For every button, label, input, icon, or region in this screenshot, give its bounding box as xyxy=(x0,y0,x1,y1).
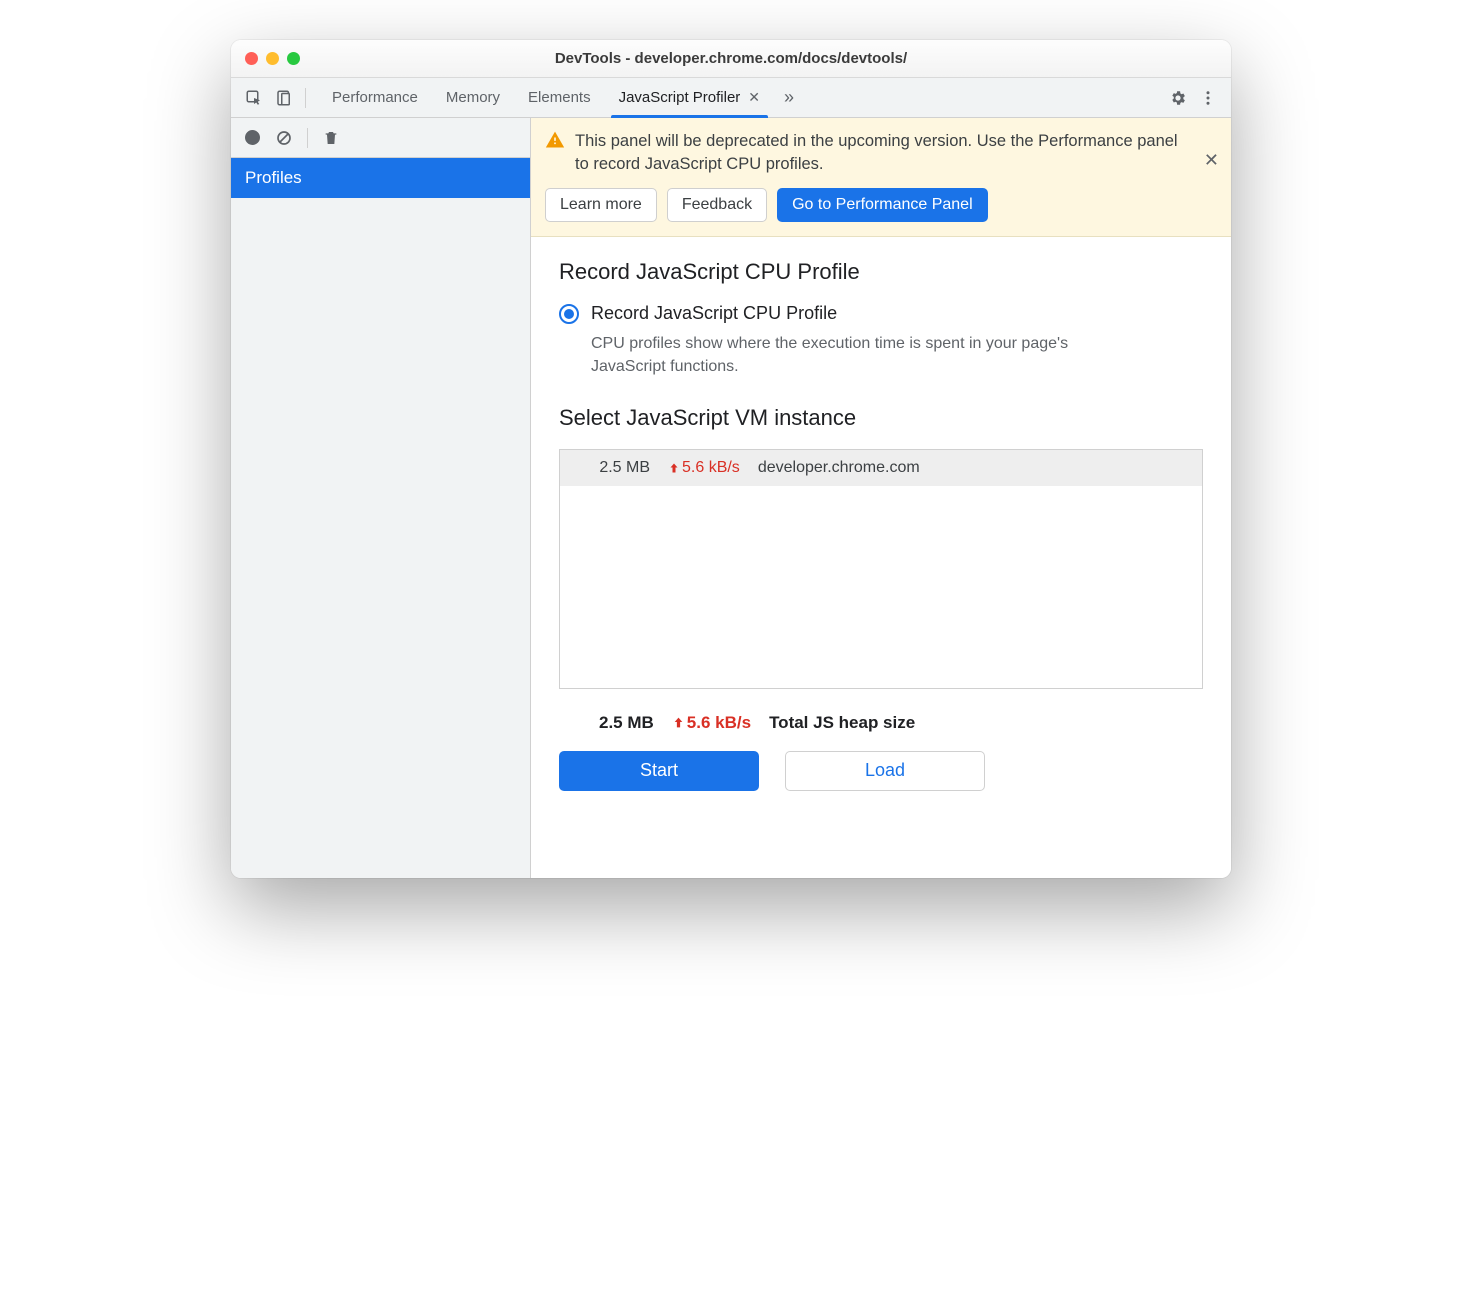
vm-host: developer.chrome.com xyxy=(758,459,920,477)
clear-icon[interactable] xyxy=(269,123,299,153)
warning-icon xyxy=(545,130,565,150)
window-controls xyxy=(231,52,300,65)
record-icon[interactable] xyxy=(237,123,267,153)
banner-close-icon[interactable]: ✕ xyxy=(1204,150,1219,171)
total-heap-row: 2.5 MB 5.6 kB/s Total JS heap size xyxy=(559,707,1203,751)
deprecation-banner: This panel will be deprecated in the upc… xyxy=(531,118,1231,237)
tab-label: Performance xyxy=(332,89,418,106)
total-label: Total JS heap size xyxy=(769,713,915,733)
vm-size: 2.5 MB xyxy=(572,459,650,477)
sidebar-item-profiles[interactable]: Profiles xyxy=(231,158,530,198)
settings-icon[interactable] xyxy=(1163,83,1193,113)
more-tabs-icon[interactable]: » xyxy=(774,83,804,113)
delete-icon[interactable] xyxy=(316,123,346,153)
tabstrip: Performance Memory Elements JavaScript P… xyxy=(231,78,1231,118)
arrow-up-icon xyxy=(668,461,680,475)
tab-label: Elements xyxy=(528,89,591,106)
maximize-window-icon[interactable] xyxy=(287,52,300,65)
learn-more-button[interactable]: Learn more xyxy=(545,188,657,222)
tab-label: JavaScript Profiler xyxy=(619,89,741,106)
close-tab-icon[interactable]: ✕ xyxy=(748,89,760,106)
kebab-menu-icon[interactable] xyxy=(1193,83,1223,113)
tab-elements[interactable]: Elements xyxy=(514,78,605,118)
sidebar-item-label: Profiles xyxy=(245,168,302,187)
vm-rate-value: 5.6 kB/s xyxy=(682,459,740,477)
divider xyxy=(307,128,308,148)
sidebar: Profiles xyxy=(231,118,531,878)
titlebar: DevTools - developer.chrome.com/docs/dev… xyxy=(231,40,1231,78)
record-description: CPU profiles show where the execution ti… xyxy=(591,332,1131,378)
action-row: Start Load xyxy=(559,751,1203,791)
divider xyxy=(305,88,306,108)
tab-label: Memory xyxy=(446,89,500,106)
content: This panel will be deprecated in the upc… xyxy=(531,118,1231,878)
inspect-icon[interactable] xyxy=(239,83,269,113)
start-button[interactable]: Start xyxy=(559,751,759,791)
devtools-window: DevTools - developer.chrome.com/docs/dev… xyxy=(231,40,1231,878)
window-title: DevTools - developer.chrome.com/docs/dev… xyxy=(231,50,1231,67)
tab-javascript-profiler[interactable]: JavaScript Profiler ✕ xyxy=(605,78,774,118)
feedback-button[interactable]: Feedback xyxy=(667,188,767,222)
vm-heading: Select JavaScript VM instance xyxy=(559,405,1203,431)
device-toolbar-icon[interactable] xyxy=(269,83,299,113)
sidebar-toolbar xyxy=(231,118,530,158)
main: Profiles This panel will be deprecated i… xyxy=(231,118,1231,878)
tabs: Performance Memory Elements JavaScript P… xyxy=(318,78,804,118)
tab-performance[interactable]: Performance xyxy=(318,78,432,118)
vm-instance-row[interactable]: 2.5 MB 5.6 kB/s developer.chrome.com xyxy=(560,450,1202,486)
total-rate-value: 5.6 kB/s xyxy=(687,713,751,733)
close-window-icon[interactable] xyxy=(245,52,258,65)
load-button[interactable]: Load xyxy=(785,751,985,791)
total-rate: 5.6 kB/s xyxy=(672,713,751,733)
radio-icon xyxy=(559,304,579,324)
minimize-window-icon[interactable] xyxy=(266,52,279,65)
record-option[interactable]: Record JavaScript CPU Profile xyxy=(559,303,1203,324)
vm-instance-list: 2.5 MB 5.6 kB/s developer.chrome.com xyxy=(559,449,1203,689)
banner-text: This panel will be deprecated in the upc… xyxy=(575,130,1217,176)
go-performance-button[interactable]: Go to Performance Panel xyxy=(777,188,988,222)
vm-rate: 5.6 kB/s xyxy=(668,459,740,477)
arrow-up-icon xyxy=(672,715,685,730)
record-heading: Record JavaScript CPU Profile xyxy=(559,259,1203,285)
tab-memory[interactable]: Memory xyxy=(432,78,514,118)
profiler-panel: Record JavaScript CPU Profile Record Jav… xyxy=(531,237,1231,878)
radio-label: Record JavaScript CPU Profile xyxy=(591,303,837,324)
total-size: 2.5 MB xyxy=(599,713,654,733)
